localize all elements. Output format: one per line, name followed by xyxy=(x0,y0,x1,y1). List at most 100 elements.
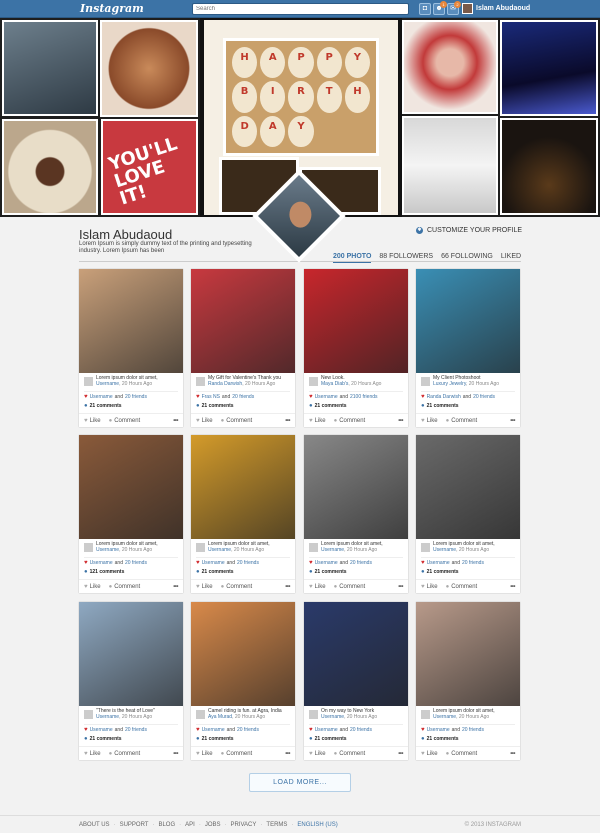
footer-link[interactable]: TERMS xyxy=(266,822,287,828)
comment-button[interactable]: ● Comment xyxy=(446,751,478,757)
comment-button[interactable]: ● Comment xyxy=(221,418,253,424)
user-menu[interactable]: Islam Abudaoud xyxy=(462,3,530,14)
more-options-icon[interactable]: ••• xyxy=(510,751,515,757)
camera-icon[interactable]: ◘ xyxy=(419,3,431,15)
photo[interactable] xyxy=(304,602,408,706)
photo[interactable] xyxy=(416,435,520,539)
comment-button[interactable]: ● Comment xyxy=(334,418,366,424)
like-button[interactable]: ♥ Like xyxy=(84,751,101,757)
photo[interactable] xyxy=(79,435,183,539)
like-button[interactable]: ♥ Like xyxy=(309,584,326,590)
comments-line[interactable]: ● 21 comments xyxy=(196,403,234,409)
customize-profile-link[interactable]: ✱ CUSTOMIZE YOUR PROFILE xyxy=(416,227,522,234)
avatar[interactable] xyxy=(421,543,430,552)
friends-link[interactable]: 20 friends xyxy=(125,727,147,733)
friends-link[interactable]: 20 friends xyxy=(237,560,259,566)
comment-button[interactable]: ● Comment xyxy=(446,418,478,424)
photo[interactable] xyxy=(416,602,520,706)
username-link[interactable]: Username xyxy=(96,381,119,387)
like-button[interactable]: ♥ Like xyxy=(309,751,326,757)
avatar[interactable] xyxy=(309,710,318,719)
friends-link[interactable]: 20 friends xyxy=(125,394,147,400)
photo[interactable] xyxy=(191,269,295,373)
more-options-icon[interactable]: ••• xyxy=(398,584,403,590)
username-link[interactable]: Username xyxy=(433,547,456,553)
liker-link[interactable]: Username xyxy=(315,394,338,400)
instagram-logo[interactable]: Instagram xyxy=(80,2,144,15)
avatar[interactable] xyxy=(309,543,318,552)
like-button[interactable]: ♥ Like xyxy=(196,418,213,424)
like-button[interactable]: ♥ Like xyxy=(421,751,438,757)
comments-line[interactable]: ● 21 comments xyxy=(309,403,347,409)
username-link[interactable]: Maya Diab's xyxy=(321,381,348,387)
like-button[interactable]: ♥ Like xyxy=(309,418,326,424)
search-input[interactable] xyxy=(192,3,409,15)
username-link[interactable]: Luxury Jewelry xyxy=(433,381,466,387)
comment-button[interactable]: ● Comment xyxy=(109,751,141,757)
avatar[interactable] xyxy=(309,377,318,386)
footer-link[interactable]: BLOG xyxy=(158,822,175,828)
comments-line[interactable]: ● 21 comments xyxy=(421,569,459,575)
liker-link[interactable]: Username xyxy=(202,727,225,733)
comments-line[interactable]: ● 21 comments xyxy=(309,736,347,742)
photo[interactable] xyxy=(79,602,183,706)
more-options-icon[interactable]: ••• xyxy=(510,584,515,590)
avatar[interactable] xyxy=(196,710,205,719)
more-options-icon[interactable]: ••• xyxy=(173,584,178,590)
friends-link[interactable]: 2100 friends xyxy=(350,394,378,400)
photo[interactable] xyxy=(191,435,295,539)
comments-line[interactable]: ● 21 comments xyxy=(309,569,347,575)
more-options-icon[interactable]: ••• xyxy=(173,751,178,757)
like-button[interactable]: ♥ Like xyxy=(84,584,101,590)
people-icon[interactable]: ☻ 1 xyxy=(433,1,447,15)
comments-line[interactable]: ● 21 comments xyxy=(196,569,234,575)
more-options-icon[interactable]: ••• xyxy=(173,418,178,424)
activity-icon[interactable]: ✉ 2 xyxy=(447,1,461,15)
comment-button[interactable]: ● Comment xyxy=(221,584,253,590)
comment-button[interactable]: ● Comment xyxy=(221,751,253,757)
avatar[interactable] xyxy=(421,377,430,386)
comment-button[interactable]: ● Comment xyxy=(109,418,141,424)
footer-link[interactable]: ABOUT US xyxy=(79,822,110,828)
friends-link[interactable]: 20 friends xyxy=(462,727,484,733)
more-options-icon[interactable]: ••• xyxy=(510,418,515,424)
friends-link[interactable]: 20 friends xyxy=(350,560,372,566)
footer-link[interactable]: SUPPORT xyxy=(120,822,149,828)
username-link[interactable]: Username xyxy=(96,714,119,720)
comment-button[interactable]: ● Comment xyxy=(334,751,366,757)
comments-line[interactable]: ● 21 comments xyxy=(421,403,459,409)
avatar[interactable] xyxy=(84,710,93,719)
friends-link[interactable]: 20 friends xyxy=(237,727,259,733)
footer-link[interactable]: PRIVACY xyxy=(231,822,257,828)
footer-link[interactable]: ENGLISH (US) xyxy=(297,822,337,828)
username-link[interactable]: Username xyxy=(321,547,344,553)
friends-link[interactable]: 20 friends xyxy=(125,560,147,566)
like-button[interactable]: ♥ Like xyxy=(421,418,438,424)
more-options-icon[interactable]: ••• xyxy=(285,751,290,757)
username-link[interactable]: Username xyxy=(96,547,119,553)
liker-link[interactable]: Username xyxy=(90,727,113,733)
comments-line[interactable]: ● 21 comments xyxy=(196,736,234,742)
friends-link[interactable]: 20 friends xyxy=(232,394,254,400)
load-more-button[interactable]: LOAD MORE... xyxy=(249,773,351,792)
comment-button[interactable]: ● Comment xyxy=(109,584,141,590)
liker-link[interactable]: Username xyxy=(315,560,338,566)
avatar[interactable] xyxy=(196,543,205,552)
like-button[interactable]: ♥ Like xyxy=(196,751,213,757)
friends-link[interactable]: 20 friends xyxy=(350,727,372,733)
friends-link[interactable]: 20 friends xyxy=(473,394,495,400)
username-link[interactable]: Username xyxy=(208,547,231,553)
more-options-icon[interactable]: ••• xyxy=(398,751,403,757)
avatar[interactable] xyxy=(196,377,205,386)
photo[interactable] xyxy=(191,602,295,706)
liker-link[interactable]: Username xyxy=(315,727,338,733)
avatar[interactable] xyxy=(421,710,430,719)
photo[interactable] xyxy=(304,435,408,539)
liker-link[interactable]: Username xyxy=(427,727,450,733)
like-button[interactable]: ♥ Like xyxy=(84,418,101,424)
liker-link[interactable]: Username xyxy=(202,560,225,566)
liker-link[interactable]: Username xyxy=(427,560,450,566)
username-link[interactable]: Aya Murad xyxy=(208,714,232,720)
username-link[interactable]: Randa Darwish xyxy=(208,381,242,387)
comments-line[interactable]: ● 21 comments xyxy=(421,736,459,742)
